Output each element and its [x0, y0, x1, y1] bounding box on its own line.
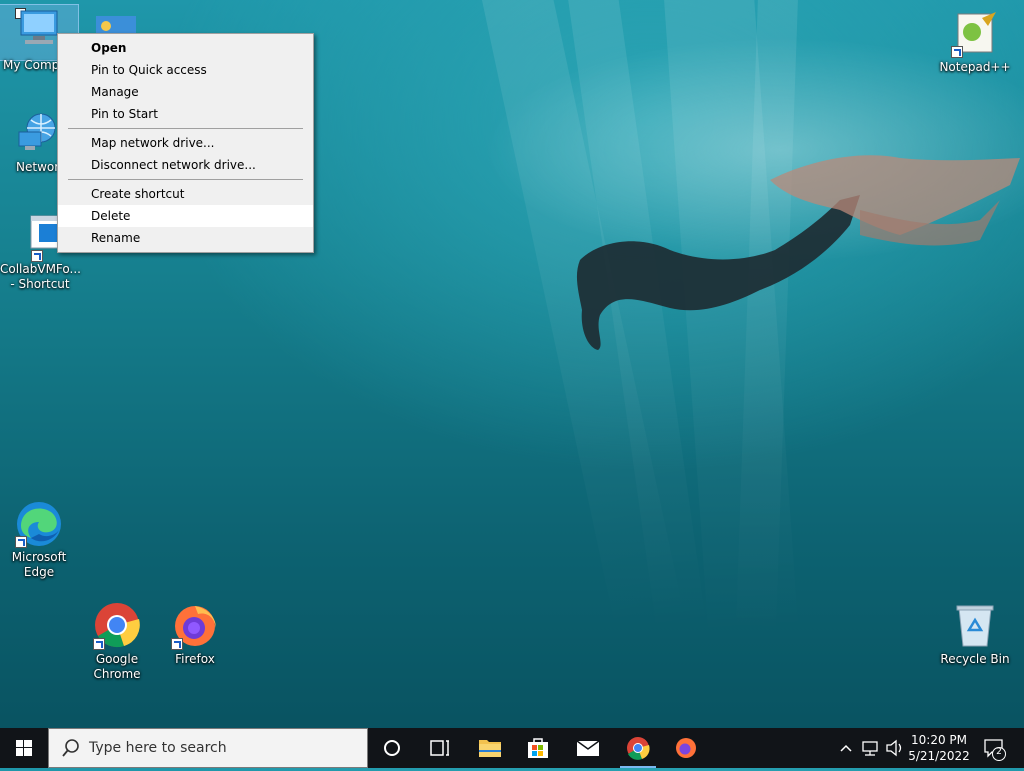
cortana-circle-icon [384, 740, 400, 756]
menu-item-create-shortcut[interactable]: Create shortcut [58, 183, 313, 205]
desktop-icon-microsoft-edge[interactable]: Microsoft Edge [0, 500, 78, 580]
menu-item-pin-quick-access[interactable]: Pin to Quick access [58, 59, 313, 81]
search-icon [62, 739, 79, 757]
shortcut-arrow-icon [951, 46, 963, 58]
recycle-bin-icon [951, 602, 999, 650]
desktop-icon-label: Google Chrome [93, 652, 141, 681]
store-bag-icon [528, 738, 548, 758]
clock-time: 10:20 PM [911, 733, 967, 747]
search-placeholder: Type here to search [89, 740, 227, 756]
action-center-button[interactable]: 2 [980, 728, 1010, 768]
notepad-plus-plus-icon [951, 10, 999, 58]
volume-tray-button[interactable] [884, 728, 906, 768]
chrome-icon [93, 602, 141, 650]
task-view-button[interactable] [416, 728, 464, 768]
network-wired-icon [862, 741, 878, 756]
start-button[interactable] [0, 728, 48, 768]
clock-date: 5/21/2022 [908, 749, 970, 763]
store-button[interactable] [514, 728, 562, 768]
shortcut-arrow-icon [15, 536, 27, 548]
menu-item-rename[interactable]: Rename [58, 227, 313, 249]
menu-separator [68, 179, 303, 180]
wallpaper-diver [576, 155, 1020, 350]
computer-icon [15, 5, 63, 57]
context-menu: Open Pin to Quick access Manage Pin to S… [57, 33, 314, 253]
chrome-icon [627, 737, 650, 760]
desktop-icon-notepad-plus-plus[interactable]: Notepad++ [936, 10, 1014, 75]
mail-button[interactable] [564, 728, 612, 768]
desktop-icon-google-chrome[interactable]: Google Chrome [78, 602, 156, 682]
cortana-button[interactable] [368, 728, 416, 768]
network-tray-button[interactable] [860, 728, 882, 768]
edge-icon [15, 500, 63, 548]
taskbar: Type here to search 10:20 PM 5/21/2022 2 [0, 728, 1024, 768]
desktop-icon-label: Firefox [175, 652, 215, 666]
menu-item-manage[interactable]: Manage [58, 81, 313, 103]
chrome-taskbar-button[interactable] [614, 728, 662, 768]
shortcut-arrow-icon [31, 250, 43, 262]
mail-icon [576, 740, 600, 756]
firefox-icon [171, 602, 219, 650]
taskbar-clock[interactable]: 10:20 PM 5/21/2022 [904, 728, 974, 768]
desktop-icon-label: Recycle Bin [940, 652, 1010, 666]
task-view-icon [430, 740, 449, 756]
shortcut-arrow-icon [171, 638, 183, 650]
taskbar-search-box[interactable]: Type here to search [48, 728, 368, 768]
chevron-up-icon [840, 744, 852, 752]
desktop-icon-label: Microsoft Edge [11, 550, 67, 579]
desktop-icon-recycle-bin[interactable]: Recycle Bin [936, 602, 1014, 667]
menu-item-open[interactable]: Open [58, 37, 313, 59]
desktop-icon-firefox[interactable]: Firefox [156, 602, 234, 667]
menu-separator [68, 128, 303, 129]
notification-count-badge: 2 [996, 747, 1002, 757]
speaker-icon [886, 739, 902, 757]
firefox-icon [676, 738, 696, 758]
firefox-taskbar-button[interactable] [662, 728, 710, 768]
file-explorer-button[interactable] [466, 728, 514, 768]
menu-item-delete[interactable]: Delete [58, 205, 313, 227]
folder-icon [479, 740, 501, 757]
menu-item-disconnect-network-drive[interactable]: Disconnect network drive... [58, 154, 313, 176]
window-shortcut-icon [15, 212, 72, 262]
desktop-icon-label: CollabVMFo... - Shortcut [0, 262, 81, 291]
menu-item-map-network-drive[interactable]: Map network drive... [58, 132, 313, 154]
menu-item-pin-start[interactable]: Pin to Start [58, 103, 313, 125]
network-icon [15, 110, 63, 158]
desktop-icon-label: Notepad++ [939, 60, 1011, 74]
show-hidden-icons-button[interactable] [836, 728, 856, 768]
windows-logo-icon [16, 740, 32, 756]
shortcut-arrow-icon [93, 638, 105, 650]
